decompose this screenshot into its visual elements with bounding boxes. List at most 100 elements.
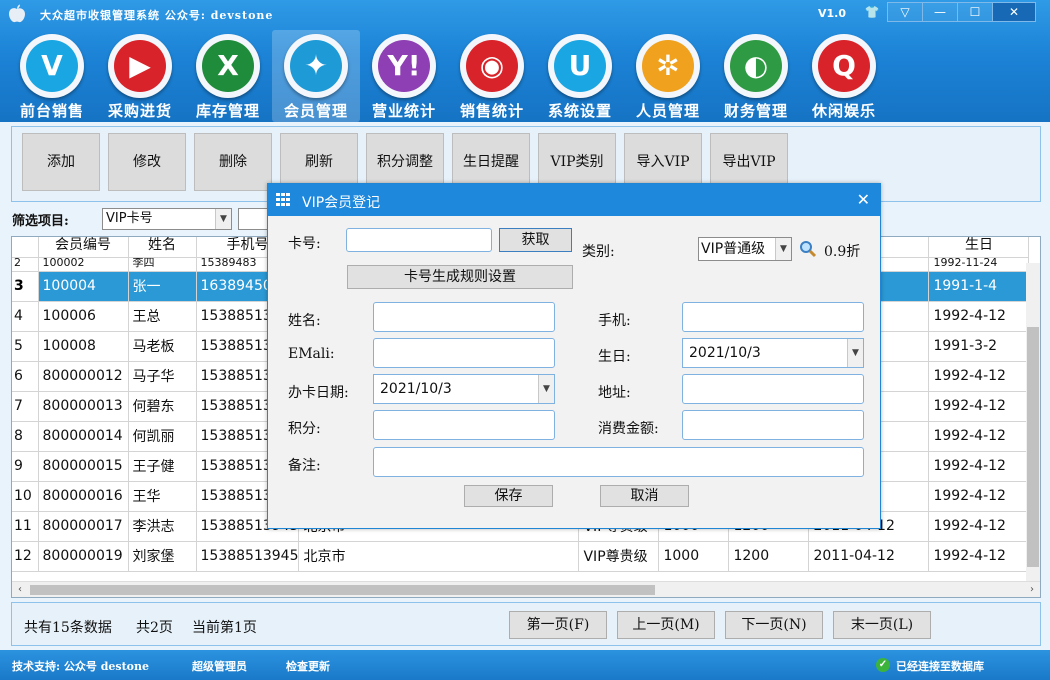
- vertical-scrollbar[interactable]: [1026, 263, 1040, 581]
- row-number: 12: [12, 541, 39, 572]
- table-row[interactable]: 12 800000019 刘家堡 15388513945 北京市 VIP尊贵级 1000 12…: [12, 541, 1030, 572]
- column-header[interactable]: [12, 237, 39, 258]
- dialog-close-icon[interactable]: ✕: [857, 190, 870, 209]
- issue-date-picker[interactable]: 2021/10/3 ▼: [373, 374, 555, 404]
- table-cell: 王子健: [128, 451, 197, 482]
- nav-icon-frame: ✲: [636, 34, 700, 98]
- row-number: 7: [12, 391, 39, 422]
- row-number: 3: [12, 271, 39, 302]
- add-button[interactable]: 添加: [22, 133, 100, 191]
- scroll-right-icon[interactable]: ›: [1024, 582, 1040, 597]
- row-number: 6: [12, 361, 39, 392]
- weibo-icon: ◉: [466, 40, 518, 92]
- nav-item-5[interactable]: ◉ 销售统计: [448, 30, 536, 122]
- column-header[interactable]: 姓名: [128, 237, 197, 258]
- check-icon: ✓: [876, 658, 890, 672]
- u-icon: U: [554, 40, 606, 92]
- page-count: 共2页: [136, 620, 173, 636]
- column-header[interactable]: 会员编号: [38, 237, 129, 258]
- title-bar: 大众超市收银管理系统 公众号: devstone V1.0 👕 ▽ — ☐ ✕: [0, 0, 1050, 28]
- minimize-button[interactable]: —: [922, 2, 958, 22]
- menu-dropdown-button[interactable]: ▽: [887, 2, 923, 22]
- table-cell: 800000014: [38, 421, 129, 452]
- chevron-down-icon[interactable]: ▼: [215, 209, 231, 229]
- nav-item-9[interactable]: Q 休闲娱乐: [800, 30, 888, 122]
- last-page-button[interactable]: 末一页(L): [833, 611, 931, 639]
- filter-select-value: VIP卡号: [106, 211, 153, 226]
- nav-icon-frame: X: [196, 34, 260, 98]
- horizontal-scroll-thumb[interactable]: [30, 585, 655, 595]
- search-icon[interactable]: [799, 240, 817, 258]
- nav-item-1[interactable]: ▶ 采购进货: [96, 30, 184, 122]
- table-cell: 马子华: [128, 361, 197, 392]
- row-number: 5: [12, 331, 39, 362]
- next-page-button[interactable]: 下一页(N): [725, 611, 823, 639]
- main-nav: V 前台销售 ▶ 采购进货 X 库存管理 ✦ 会员管理 Y! 营业统计 ◉ 销售统计 U 系统设置 ✲ 人员管…: [8, 30, 888, 122]
- people-icon: ✲: [642, 40, 694, 92]
- current-page: 当前第1页: [192, 620, 257, 636]
- nav-item-0[interactable]: V 前台销售: [8, 30, 96, 122]
- table-cell: 100002: [38, 257, 129, 272]
- apple-logo-icon: [9, 4, 25, 23]
- nav-item-8[interactable]: ◐ 财务管理: [712, 30, 800, 122]
- maximize-button[interactable]: ☐: [957, 2, 993, 22]
- horizontal-scrollbar[interactable]: ‹ ›: [12, 581, 1040, 597]
- points-input[interactable]: [373, 410, 555, 440]
- nav-item-2[interactable]: X 库存管理: [184, 30, 272, 122]
- table-cell: 马老板: [128, 331, 197, 362]
- chevron-down-icon[interactable]: ▼: [775, 238, 791, 260]
- yahoo-icon: Y!: [378, 40, 430, 92]
- phone-label: 手机:: [598, 313, 631, 329]
- spend-amount-input[interactable]: [682, 410, 864, 440]
- filter-select[interactable]: VIP卡号 ▼: [102, 208, 232, 230]
- chevron-down-icon[interactable]: ▼: [847, 339, 863, 367]
- points-label: 积分:: [288, 421, 321, 437]
- table-cell: 800000013: [38, 391, 129, 422]
- fetch-card-button[interactable]: 获取: [499, 228, 572, 252]
- nav-item-4[interactable]: Y! 营业统计: [360, 30, 448, 122]
- name-input[interactable]: [373, 302, 555, 332]
- category-select[interactable]: VIP普通级 ▼: [698, 237, 792, 261]
- card-rule-settings-button[interactable]: 卡号生成规则设置: [347, 265, 573, 289]
- row-number: 11: [12, 511, 39, 542]
- scroll-left-icon[interactable]: ‹: [12, 582, 28, 597]
- delete-button[interactable]: 删除: [194, 133, 272, 191]
- row-number: 8: [12, 421, 39, 452]
- close-button[interactable]: ✕: [992, 2, 1036, 22]
- check-update-link[interactable]: 检查更新: [286, 658, 330, 674]
- note-input[interactable]: [373, 447, 864, 477]
- table-cell: VIP尊贵级: [578, 541, 660, 572]
- birthday-label: 生日:: [598, 349, 631, 365]
- column-header[interactable]: 生日: [928, 237, 1030, 258]
- chevron-down-icon[interactable]: ▼: [538, 375, 554, 403]
- table-cell: 800000019: [38, 541, 129, 572]
- address-input[interactable]: [682, 374, 864, 404]
- status-bar: 技术支持: 公众号 destone 超级管理员 检查更新 ✓ 已经连接至数据库: [0, 650, 1050, 680]
- vertical-scroll-thumb[interactable]: [1027, 327, 1039, 567]
- table-cell: 15388513945: [196, 541, 300, 572]
- save-button[interactable]: 保存: [464, 485, 553, 507]
- nav-item-6[interactable]: U 系统设置: [536, 30, 624, 122]
- card-number-input[interactable]: [346, 228, 492, 252]
- table-cell: 100008: [38, 331, 129, 362]
- prev-page-button[interactable]: 上一页(M): [617, 611, 715, 639]
- edit-button[interactable]: 修改: [108, 133, 186, 191]
- nav-item-3[interactable]: ✦ 会员管理: [272, 30, 360, 122]
- nav-item-7[interactable]: ✲ 人员管理: [624, 30, 712, 122]
- table-cell: 何碧东: [128, 391, 197, 422]
- card-number-label: 卡号:: [288, 236, 321, 252]
- email-input[interactable]: [373, 338, 555, 368]
- phone-input[interactable]: [682, 302, 864, 332]
- cancel-button[interactable]: 取消: [600, 485, 689, 507]
- email-label: EMali:: [288, 346, 335, 362]
- skin-shirt-icon[interactable]: 👕: [864, 5, 880, 21]
- birthday-date-picker[interactable]: 2021/10/3 ▼: [682, 338, 864, 368]
- table-cell: 刘家堡: [128, 541, 197, 572]
- nav-label: 财务管理: [723, 102, 788, 120]
- nav-icon-frame: ▶: [108, 34, 172, 98]
- table-cell: 李四: [128, 257, 197, 272]
- nav-icon-frame: V: [20, 34, 84, 98]
- nav-label: 人员管理: [635, 102, 700, 120]
- first-page-button[interactable]: 第一页(F): [509, 611, 607, 639]
- vip-register-dialog: VIP会员登记 ✕ 卡号: 获取 卡号生成规则设置 类别: VIP普通级 ▼ 0…: [267, 183, 881, 529]
